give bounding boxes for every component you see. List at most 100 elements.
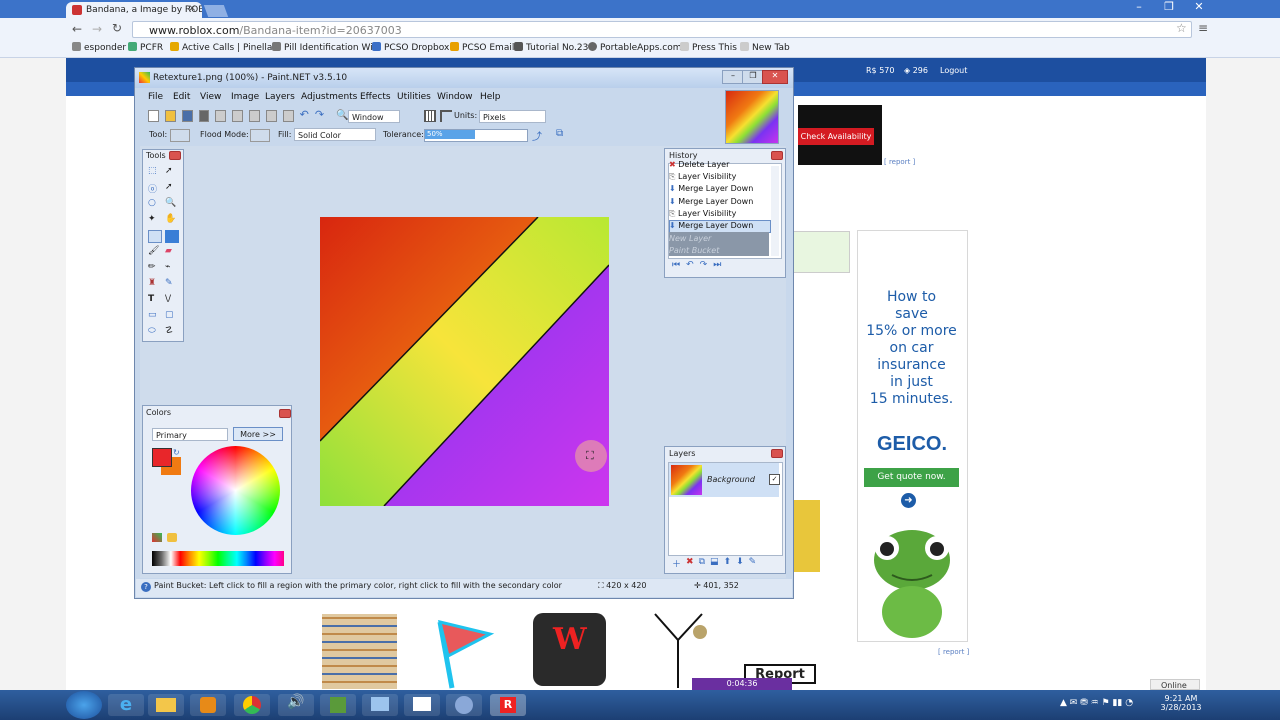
roblox-icon[interactable]: R xyxy=(490,694,526,716)
layer-properties-icon[interactable]: ✎ xyxy=(749,557,757,569)
menu-icon[interactable]: ≡ xyxy=(1198,21,1208,35)
fast-forward-icon[interactable]: ⏭ xyxy=(713,260,721,270)
menu-adjustments[interactable]: Adjustments xyxy=(301,92,357,102)
grid-icon[interactable] xyxy=(424,110,436,122)
menu-edit[interactable]: Edit xyxy=(173,92,190,102)
close-icon[interactable]: ✕ xyxy=(1188,0,1210,14)
menu-view[interactable]: View xyxy=(200,92,221,102)
buy-button-fragment[interactable] xyxy=(790,231,850,273)
menu-utilities[interactable]: Utilities xyxy=(397,92,431,102)
history-item[interactable]: ⬇ Merge Layer Down xyxy=(669,184,753,193)
star-icon[interactable]: ☆ xyxy=(1176,21,1187,35)
antialias-icon[interactable]: ⤴ xyxy=(532,128,542,143)
screen-recorder-icon[interactable] xyxy=(404,694,440,716)
explorer-icon[interactable] xyxy=(148,694,184,716)
rounded-rectangle-icon[interactable]: ▢ xyxy=(165,310,179,323)
layer-visibility-checkbox[interactable]: ✓ xyxy=(769,474,780,485)
move-selection-icon[interactable]: ➚ xyxy=(165,166,179,179)
bookmark-item[interactable]: PCFR xyxy=(128,42,163,53)
chrome-icon[interactable] xyxy=(234,694,270,716)
history-item[interactable]: ⎘ Layer Visibility xyxy=(669,172,736,182)
maximize-icon[interactable]: ❐ xyxy=(742,70,764,84)
bookmark-item[interactable]: Press This xyxy=(680,42,737,53)
bookmark-item[interactable]: Active Calls | Pinella... xyxy=(170,42,281,53)
recolor-icon[interactable]: ✎ xyxy=(165,278,179,291)
duplicate-layer-icon[interactable]: ⧉ xyxy=(699,557,705,569)
magic-wand-icon[interactable]: ✦ xyxy=(148,214,162,227)
online-status[interactable]: Online xyxy=(1150,679,1200,690)
zoom-combo[interactable]: Window xyxy=(348,110,400,123)
add-layer-icon[interactable]: ＋ xyxy=(672,557,681,570)
ellipse-select-icon[interactable]: ○ xyxy=(148,198,162,211)
arrow-right-icon[interactable]: ➜ xyxy=(901,493,916,508)
network-icon[interactable] xyxy=(362,694,398,716)
get-quote-button[interactable]: Get quote now. xyxy=(864,468,959,487)
swap-colors-icon[interactable]: ↻ xyxy=(173,448,180,457)
image-thumbnail[interactable] xyxy=(725,90,779,144)
ellipse-icon[interactable]: ⬭ xyxy=(148,326,162,339)
crop-icon[interactable] xyxy=(265,110,277,122)
tab-close-icon[interactable]: × xyxy=(188,3,196,14)
app-icon[interactable] xyxy=(320,694,356,716)
flag-thumbnail[interactable] xyxy=(430,612,500,690)
menu-help[interactable]: Help xyxy=(480,92,501,102)
back-icon[interactable]: ← xyxy=(72,22,82,36)
history-scrollbar[interactable] xyxy=(771,166,779,256)
blend-mode-icon[interactable]: ⧉ xyxy=(556,128,563,139)
reload-icon[interactable]: ↻ xyxy=(112,21,122,35)
print-icon[interactable] xyxy=(198,110,210,122)
eraser-icon[interactable]: ▰ xyxy=(165,246,179,259)
paint-bucket-tool-icon[interactable] xyxy=(170,129,190,142)
merge-layer-icon[interactable]: ⬓ xyxy=(710,557,719,569)
history-item[interactable]: ⬇ Merge Layer Down xyxy=(669,197,753,206)
undo-icon[interactable]: ↶ xyxy=(686,260,694,270)
undo-icon[interactable]: ↶ xyxy=(300,109,309,122)
internet-explorer-icon[interactable]: e xyxy=(108,694,144,716)
browser-tab[interactable]: Bandana, a Image by ROB xyxy=(66,2,202,18)
address-bar[interactable]: www.roblox.com/Bandana-item?id=20637003 xyxy=(132,21,1192,38)
rewind-icon[interactable]: ⏮ xyxy=(672,260,680,270)
move-icon[interactable]: ➚ xyxy=(165,182,179,195)
menu-layers[interactable]: Layers xyxy=(265,92,295,102)
clone-stamp-icon[interactable]: ♜ xyxy=(148,278,162,291)
fill-combo[interactable]: Solid Color xyxy=(294,128,376,141)
menu-file[interactable]: File xyxy=(148,92,163,102)
history-item-undone[interactable]: New Layer xyxy=(669,234,711,243)
primary-color-swatch[interactable] xyxy=(152,448,172,467)
maximize-icon[interactable]: ❐ xyxy=(1158,0,1180,14)
rulers-icon[interactable] xyxy=(440,110,452,122)
more-colors-button[interactable]: More >> xyxy=(233,427,283,441)
rectangle-icon[interactable]: ▭ xyxy=(148,310,162,323)
minimize-icon[interactable]: – xyxy=(722,70,744,84)
close-icon[interactable] xyxy=(279,409,291,418)
bookmark-item[interactable]: PCSO Dropbox xyxy=(372,42,449,53)
menu-window[interactable]: Window xyxy=(437,92,473,102)
deselect-icon[interactable] xyxy=(282,110,294,122)
move-layer-up-icon[interactable]: ⬆ xyxy=(724,557,732,569)
bookmark-item[interactable]: PortableApps.com xyxy=(588,42,681,53)
lasso-icon[interactable]: ⓞ xyxy=(148,182,162,195)
logout-link[interactable]: Logout xyxy=(940,66,967,75)
bookmark-item[interactable]: PCSO Email xyxy=(450,42,514,53)
pan-icon[interactable]: ✋ xyxy=(165,214,179,227)
paintbrush-icon[interactable]: 🖌 xyxy=(148,246,162,259)
copy-icon[interactable] xyxy=(232,110,244,122)
freeform-shape-icon[interactable]: ☡ xyxy=(165,326,179,339)
media-player-icon[interactable] xyxy=(190,694,226,716)
move-layer-down-icon[interactable]: ⬇ xyxy=(736,557,744,569)
palette-icon[interactable] xyxy=(152,533,162,542)
paste-icon[interactable] xyxy=(249,110,260,122)
zoom-icon[interactable]: 🔍 xyxy=(336,110,348,121)
bookmark-item[interactable]: esponder xyxy=(72,42,126,53)
palette-menu-icon[interactable] xyxy=(167,533,177,542)
bookmark-item[interactable]: Tutorial No.23 xyxy=(514,42,588,53)
close-icon[interactable] xyxy=(771,449,783,458)
color-picker-icon[interactable]: ⌁ xyxy=(165,262,179,275)
color-mode-combo[interactable]: Primary xyxy=(152,428,228,441)
history-item[interactable]: ✖ Delete Layer xyxy=(669,160,729,169)
close-icon[interactable] xyxy=(771,151,783,160)
item-thumbnail[interactable] xyxy=(322,614,397,689)
clock[interactable]: 9:21 AM 3/28/2013 xyxy=(1156,694,1206,712)
menu-image[interactable]: Image xyxy=(231,92,259,102)
bookmark-item[interactable]: Pill Identification Wi... xyxy=(272,42,381,53)
